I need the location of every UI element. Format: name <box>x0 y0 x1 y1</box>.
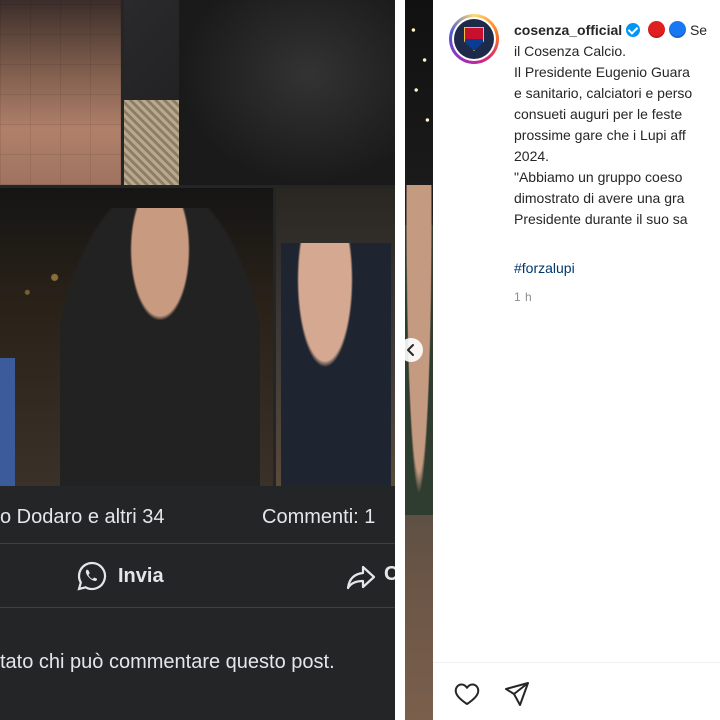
send-label: Invia <box>118 564 164 587</box>
story-ring[interactable] <box>449 14 499 64</box>
post-actions: Invia C <box>0 548 395 606</box>
whatsapp-icon <box>77 561 107 591</box>
heart-icon[interactable] <box>453 680 481 708</box>
post-timestamp[interactable]: 1 h <box>514 290 532 304</box>
paper-plane-icon[interactable] <box>503 680 531 708</box>
post-photo-speaker[interactable] <box>0 188 273 486</box>
blue-circle-emoji <box>669 21 687 38</box>
carousel-prev-button[interactable] <box>399 338 423 362</box>
club-crest-icon <box>464 27 484 51</box>
caption-line: prossime gare che i Lupi aff <box>514 127 686 143</box>
caption-line: consueti auguri per le feste <box>514 106 683 122</box>
chevron-left-icon <box>407 344 414 356</box>
likes-count[interactable]: o Dodaro e altri 34 <box>0 506 165 529</box>
reactions-bar: o Dodaro e altri 34 Commenti: 1 <box>0 500 395 540</box>
post-photo-suit[interactable] <box>124 0 395 185</box>
caption-line: e sanitario, calciatori e perso <box>514 85 693 101</box>
caption-line: Presidente durante il suo sa <box>514 211 688 227</box>
facebook-post: o Dodaro e altri 34 Commenti: 1 Invia C … <box>0 0 395 720</box>
post-photo-audience[interactable] <box>276 188 395 486</box>
share-forward-icon[interactable] <box>344 560 378 594</box>
username-link[interactable]: cosenza_official <box>514 22 622 38</box>
instagram-post-panel: cosenza_official Se il Cosenza Calcio. I… <box>433 0 720 720</box>
red-circle-emoji <box>648 21 666 38</box>
hashtag-link[interactable]: #forzalupi <box>514 260 575 276</box>
caption-line: il Cosenza Calcio. <box>514 43 627 59</box>
comment-restriction-notice: tato chi può commentare questo post. <box>0 651 335 673</box>
caption-line: Se <box>689 22 708 38</box>
caption-line: dimostrato di avere una gra <box>514 190 685 206</box>
caption-line: 2024. <box>514 148 550 164</box>
comments-count[interactable]: Commenti: 1 <box>262 506 375 529</box>
avatar[interactable] <box>454 19 494 59</box>
divider <box>433 662 720 663</box>
caption-line: "Abbiamo un gruppo coeso <box>514 169 683 185</box>
divider <box>0 543 395 544</box>
share-label: C <box>384 563 395 585</box>
post-photo-floor[interactable] <box>0 0 121 185</box>
verified-badge-icon <box>626 23 641 37</box>
screenshot-collage: o Dodaro e altri 34 Commenti: 1 Invia C … <box>0 0 720 720</box>
divider <box>0 607 395 608</box>
send-button[interactable]: Invia <box>76 558 164 594</box>
caption-line: Il Presidente Eugenio Guara <box>514 64 690 80</box>
post-caption: cosenza_official Se il Cosenza Calcio. I… <box>514 20 720 230</box>
